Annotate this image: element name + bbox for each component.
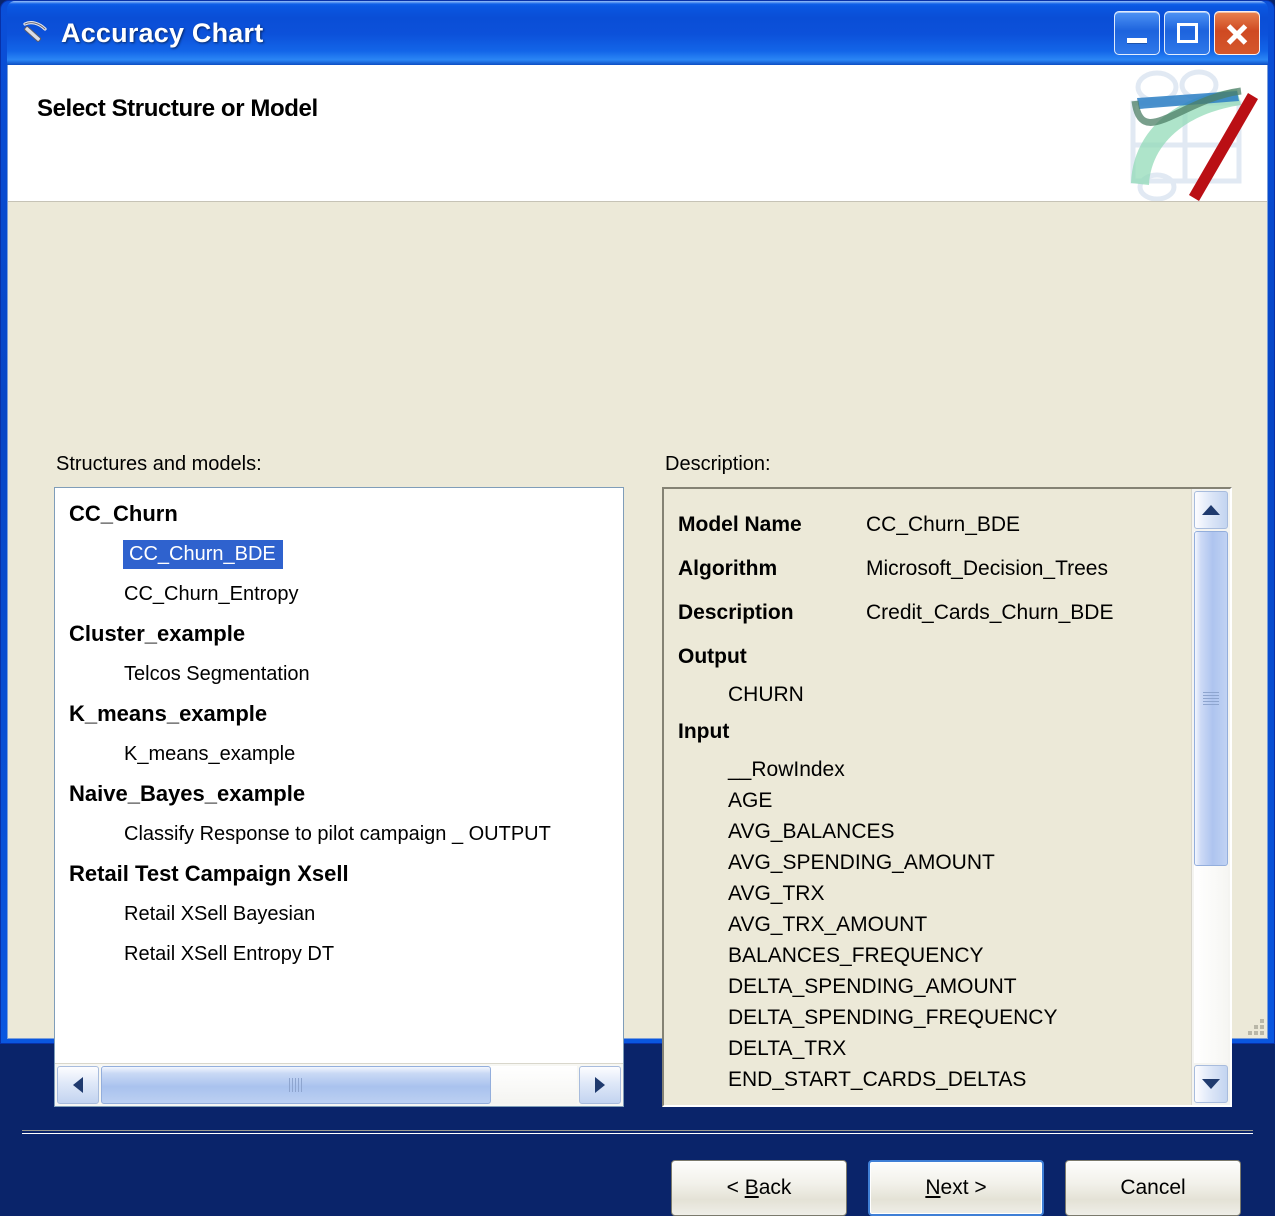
list-group-item[interactable]: K_means_example xyxy=(55,694,623,734)
hscroll-thumb[interactable] xyxy=(101,1066,492,1104)
description-field-item: DELTA_SPENDING_AMOUNT xyxy=(728,975,1017,998)
description-row: Description Credit_Cards_Churn_BDE xyxy=(678,591,1191,635)
hscroll-track[interactable] xyxy=(101,1066,577,1104)
description-field-item: AVG_TRX xyxy=(728,882,825,905)
footer-separator xyxy=(22,1130,1253,1134)
list-item[interactable]: Retail XSell Entropy DT xyxy=(55,934,623,974)
description-value: CC_Churn_BDE xyxy=(866,513,1021,536)
list-item[interactable]: Classify Response to pilot campaign _ OU… xyxy=(55,814,623,854)
description-key: Algorithm xyxy=(678,557,778,580)
list-item[interactable]: CC_Churn_Entropy xyxy=(55,574,623,614)
description-section-heading: Input xyxy=(678,720,730,743)
vertical-scrollbar[interactable] xyxy=(1191,489,1230,1105)
banner-artwork-icon xyxy=(1117,65,1265,201)
description-field-item: AVG_TRX_AMOUNT xyxy=(728,913,928,936)
description-label: Description: xyxy=(665,453,771,475)
scroll-left-icon[interactable] xyxy=(57,1066,99,1104)
scroll-right-icon[interactable] xyxy=(579,1066,621,1104)
maximize-button[interactable] xyxy=(1164,11,1210,55)
back-label: < Back xyxy=(726,1176,792,1199)
client-area: Select Structure or Model Structures and… xyxy=(7,65,1268,1216)
list-item[interactable]: CC_Churn_BDE xyxy=(55,534,623,574)
list-group-item[interactable]: Cluster_example xyxy=(55,614,623,654)
wizard-banner: Select Structure or Model xyxy=(8,65,1267,202)
list-item[interactable]: Telcos Segmentation xyxy=(55,654,623,694)
resize-grip-icon[interactable] xyxy=(1242,1013,1264,1035)
next-label: Next > xyxy=(925,1176,987,1199)
list-item[interactable]: K_means_example xyxy=(55,734,623,774)
description-value: Credit_Cards_Churn_BDE xyxy=(866,601,1114,624)
description-field-item: DELTA_SPENDING_FREQUENCY xyxy=(728,1006,1058,1029)
list-group-item[interactable]: Retail Test Campaign Xsell xyxy=(55,854,623,894)
list-group-item[interactable]: CC_Churn xyxy=(55,494,623,534)
cancel-label: Cancel xyxy=(1120,1176,1186,1199)
accuracy-chart-window: Accuracy Chart Select Structure or Model xyxy=(0,0,1275,1216)
description-field-item: __RowIndex xyxy=(728,758,845,781)
scroll-up-icon[interactable] xyxy=(1194,491,1228,529)
vscroll-thumb[interactable] xyxy=(1194,531,1228,867)
list-item[interactable]: Retail XSell Bayesian xyxy=(55,894,623,934)
description-field-item: END_START_CARDS_DELTAS xyxy=(728,1068,1027,1091)
structures-list[interactable]: CC_Churn CC_Churn_BDE CC_Churn_Entropy Clus… xyxy=(55,488,623,1063)
vscroll-track[interactable] xyxy=(1194,531,1228,1063)
caption-buttons xyxy=(1114,11,1262,55)
list-group-item[interactable]: Naive_Bayes_example xyxy=(55,774,623,814)
horizontal-scrollbar[interactable] xyxy=(55,1063,623,1106)
cancel-button[interactable]: Cancel xyxy=(1065,1160,1241,1216)
description-field-item: AGE xyxy=(728,789,773,812)
structures-label: Structures and models: xyxy=(56,453,262,475)
description-key: Model Name xyxy=(678,513,802,536)
description-row: Algorithm Microsoft_Decision_Trees xyxy=(678,547,1191,591)
description-field-item: CHURN xyxy=(728,683,804,706)
structures-listbox[interactable]: CC_Churn CC_Churn_BDE CC_Churn_Entropy Clus… xyxy=(54,487,624,1107)
scroll-down-icon[interactable] xyxy=(1194,1065,1228,1103)
description-key: Description xyxy=(678,601,794,624)
description-value: Microsoft_Decision_Trees xyxy=(866,557,1108,580)
button-bar: < Back Next > Cancel xyxy=(671,1160,1241,1216)
close-button[interactable] xyxy=(1214,11,1260,55)
description-field-item: AVG_SPENDING_AMOUNT xyxy=(728,851,995,874)
description-field-item: AVG_BALANCES xyxy=(728,820,895,843)
window-title: Accuracy Chart xyxy=(61,17,264,48)
back-button[interactable]: < Back xyxy=(671,1160,847,1216)
description-section-heading: Output xyxy=(678,645,747,668)
page-title: Select Structure or Model xyxy=(37,95,318,122)
description-content: Model Name CC_Churn_BDE Algorithm Microsoft… xyxy=(664,489,1191,1105)
pickaxe-icon xyxy=(21,18,51,48)
main-body: Structures and models: Description: CC_C… xyxy=(8,202,1267,1216)
description-panel[interactable]: Model Name CC_Churn_BDE Algorithm Microsoft… xyxy=(662,487,1232,1107)
description-field-item: DELTA_TRX xyxy=(728,1037,847,1060)
minimize-button[interactable] xyxy=(1114,11,1160,55)
description-field-item: BALANCES_FREQUENCY xyxy=(728,944,984,967)
title-bar[interactable]: Accuracy Chart xyxy=(7,1,1268,65)
next-button[interactable]: Next > xyxy=(868,1160,1044,1216)
list-item-label: CC_Churn_BDE xyxy=(123,540,283,569)
description-row: Model Name CC_Churn_BDE xyxy=(678,503,1191,547)
